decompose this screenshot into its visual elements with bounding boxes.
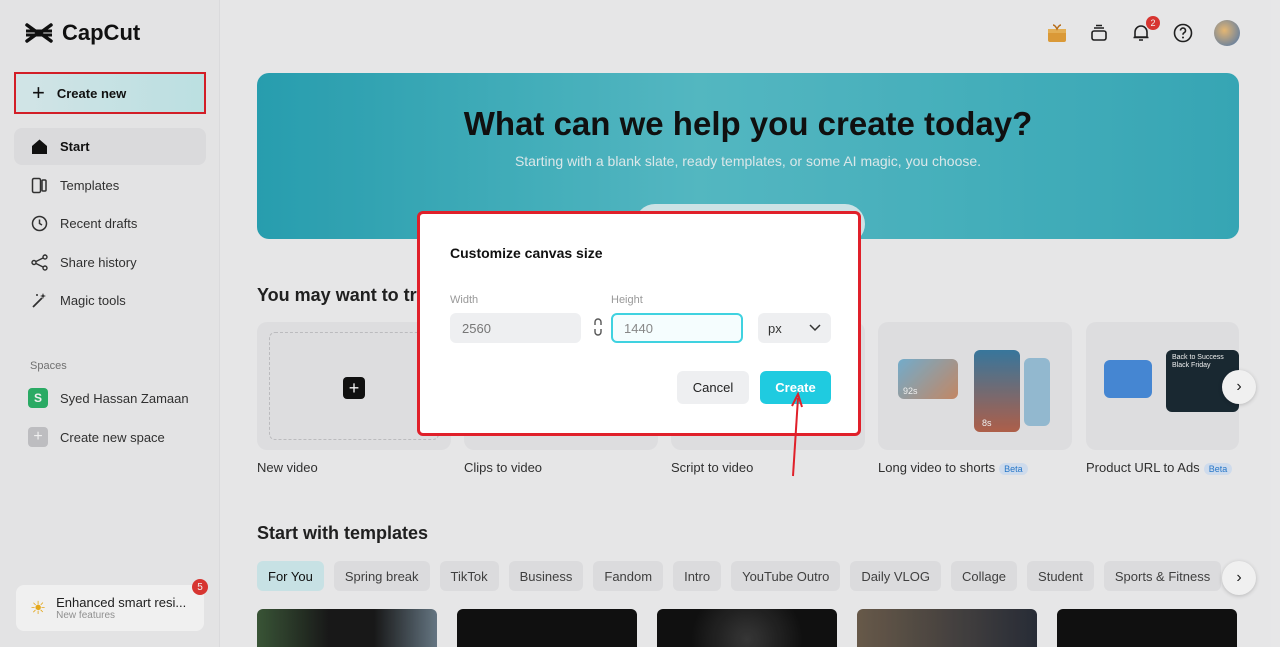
unit-select[interactable]: px (758, 313, 831, 343)
width-input[interactable]: 2560 (450, 313, 581, 343)
height-input[interactable]: 1440 (611, 313, 743, 343)
width-label: Width (450, 294, 479, 306)
unit-value: px (768, 320, 782, 336)
cancel-button[interactable]: Cancel (677, 371, 749, 404)
aspect-lock-icon[interactable] (593, 318, 603, 336)
height-label: Height (611, 294, 643, 306)
dialog-title: Customize canvas size (450, 245, 603, 261)
annotation-arrow (791, 391, 803, 477)
chevron-down-icon (809, 324, 821, 332)
